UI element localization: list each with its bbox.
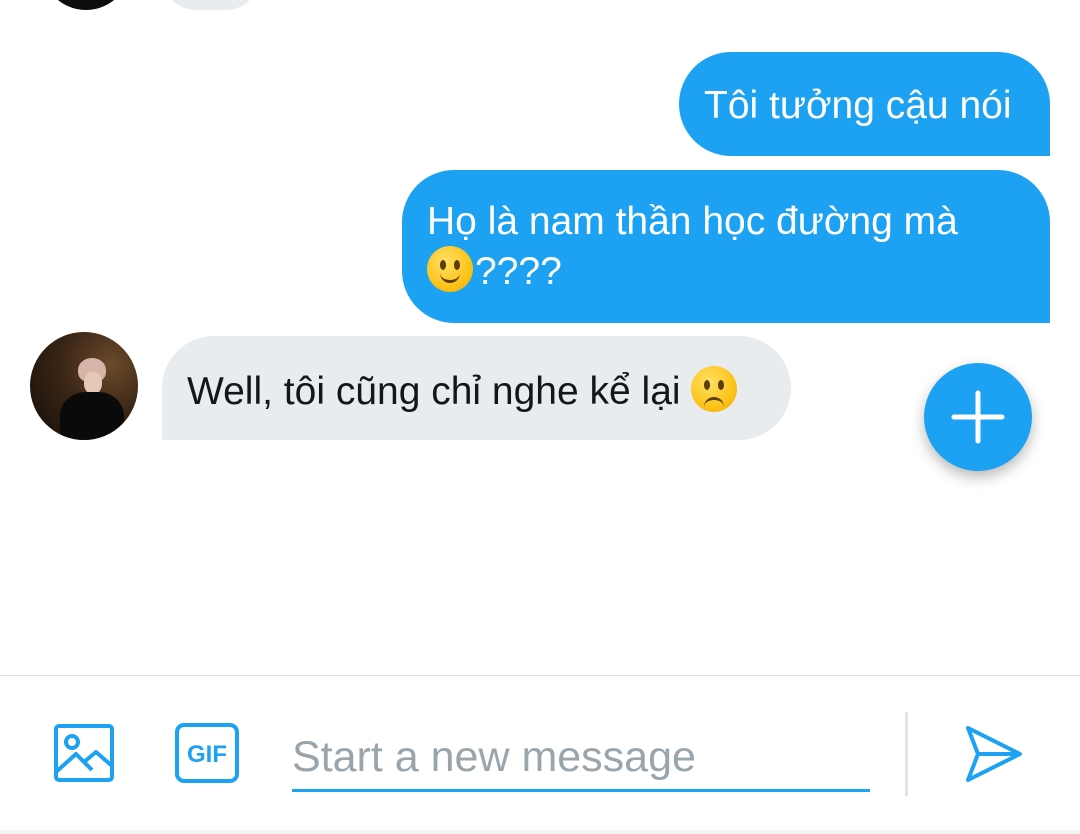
message-text-suffix: ???? xyxy=(475,250,562,293)
add-gif-button[interactable]: GIF xyxy=(174,722,240,784)
image-icon xyxy=(54,724,114,782)
gif-icon: GIF xyxy=(175,723,239,783)
compose-bar: GIF xyxy=(0,675,1080,834)
new-action-button[interactable] xyxy=(924,363,1032,471)
plus-icon xyxy=(951,390,1005,444)
message-text: Họ là nam thần học đường mà xyxy=(427,200,958,243)
send-icon xyxy=(966,726,1022,782)
avatar[interactable] xyxy=(38,0,134,10)
message-text: Tôi tưởng cậu nói xyxy=(704,84,1012,127)
avatar[interactable] xyxy=(30,332,138,440)
message-bubble-incoming[interactable] xyxy=(162,0,260,10)
message-input[interactable] xyxy=(292,726,870,792)
divider xyxy=(905,712,908,796)
gif-label: GIF xyxy=(187,741,227,768)
add-photo-button[interactable] xyxy=(52,722,118,784)
message-bubble-outgoing[interactable]: Họ là nam thần học đường mà ???? xyxy=(402,170,1050,323)
slightly-frowning-face-icon xyxy=(691,366,738,412)
send-button[interactable] xyxy=(962,722,1026,786)
slightly-smiling-face-icon xyxy=(427,246,473,292)
message-bubble-outgoing[interactable]: Tôi tưởng cậu nói xyxy=(679,52,1050,156)
message-text: Well, tôi cũng chỉ nghe kể lại xyxy=(187,370,681,413)
conversation-thread: Tôi tưởng cậu nói Họ là nam thần học đườ… xyxy=(0,0,1080,676)
message-bubble-incoming[interactable]: Well, tôi cũng chỉ nghe kể lại xyxy=(162,336,791,440)
divider xyxy=(0,830,1080,834)
